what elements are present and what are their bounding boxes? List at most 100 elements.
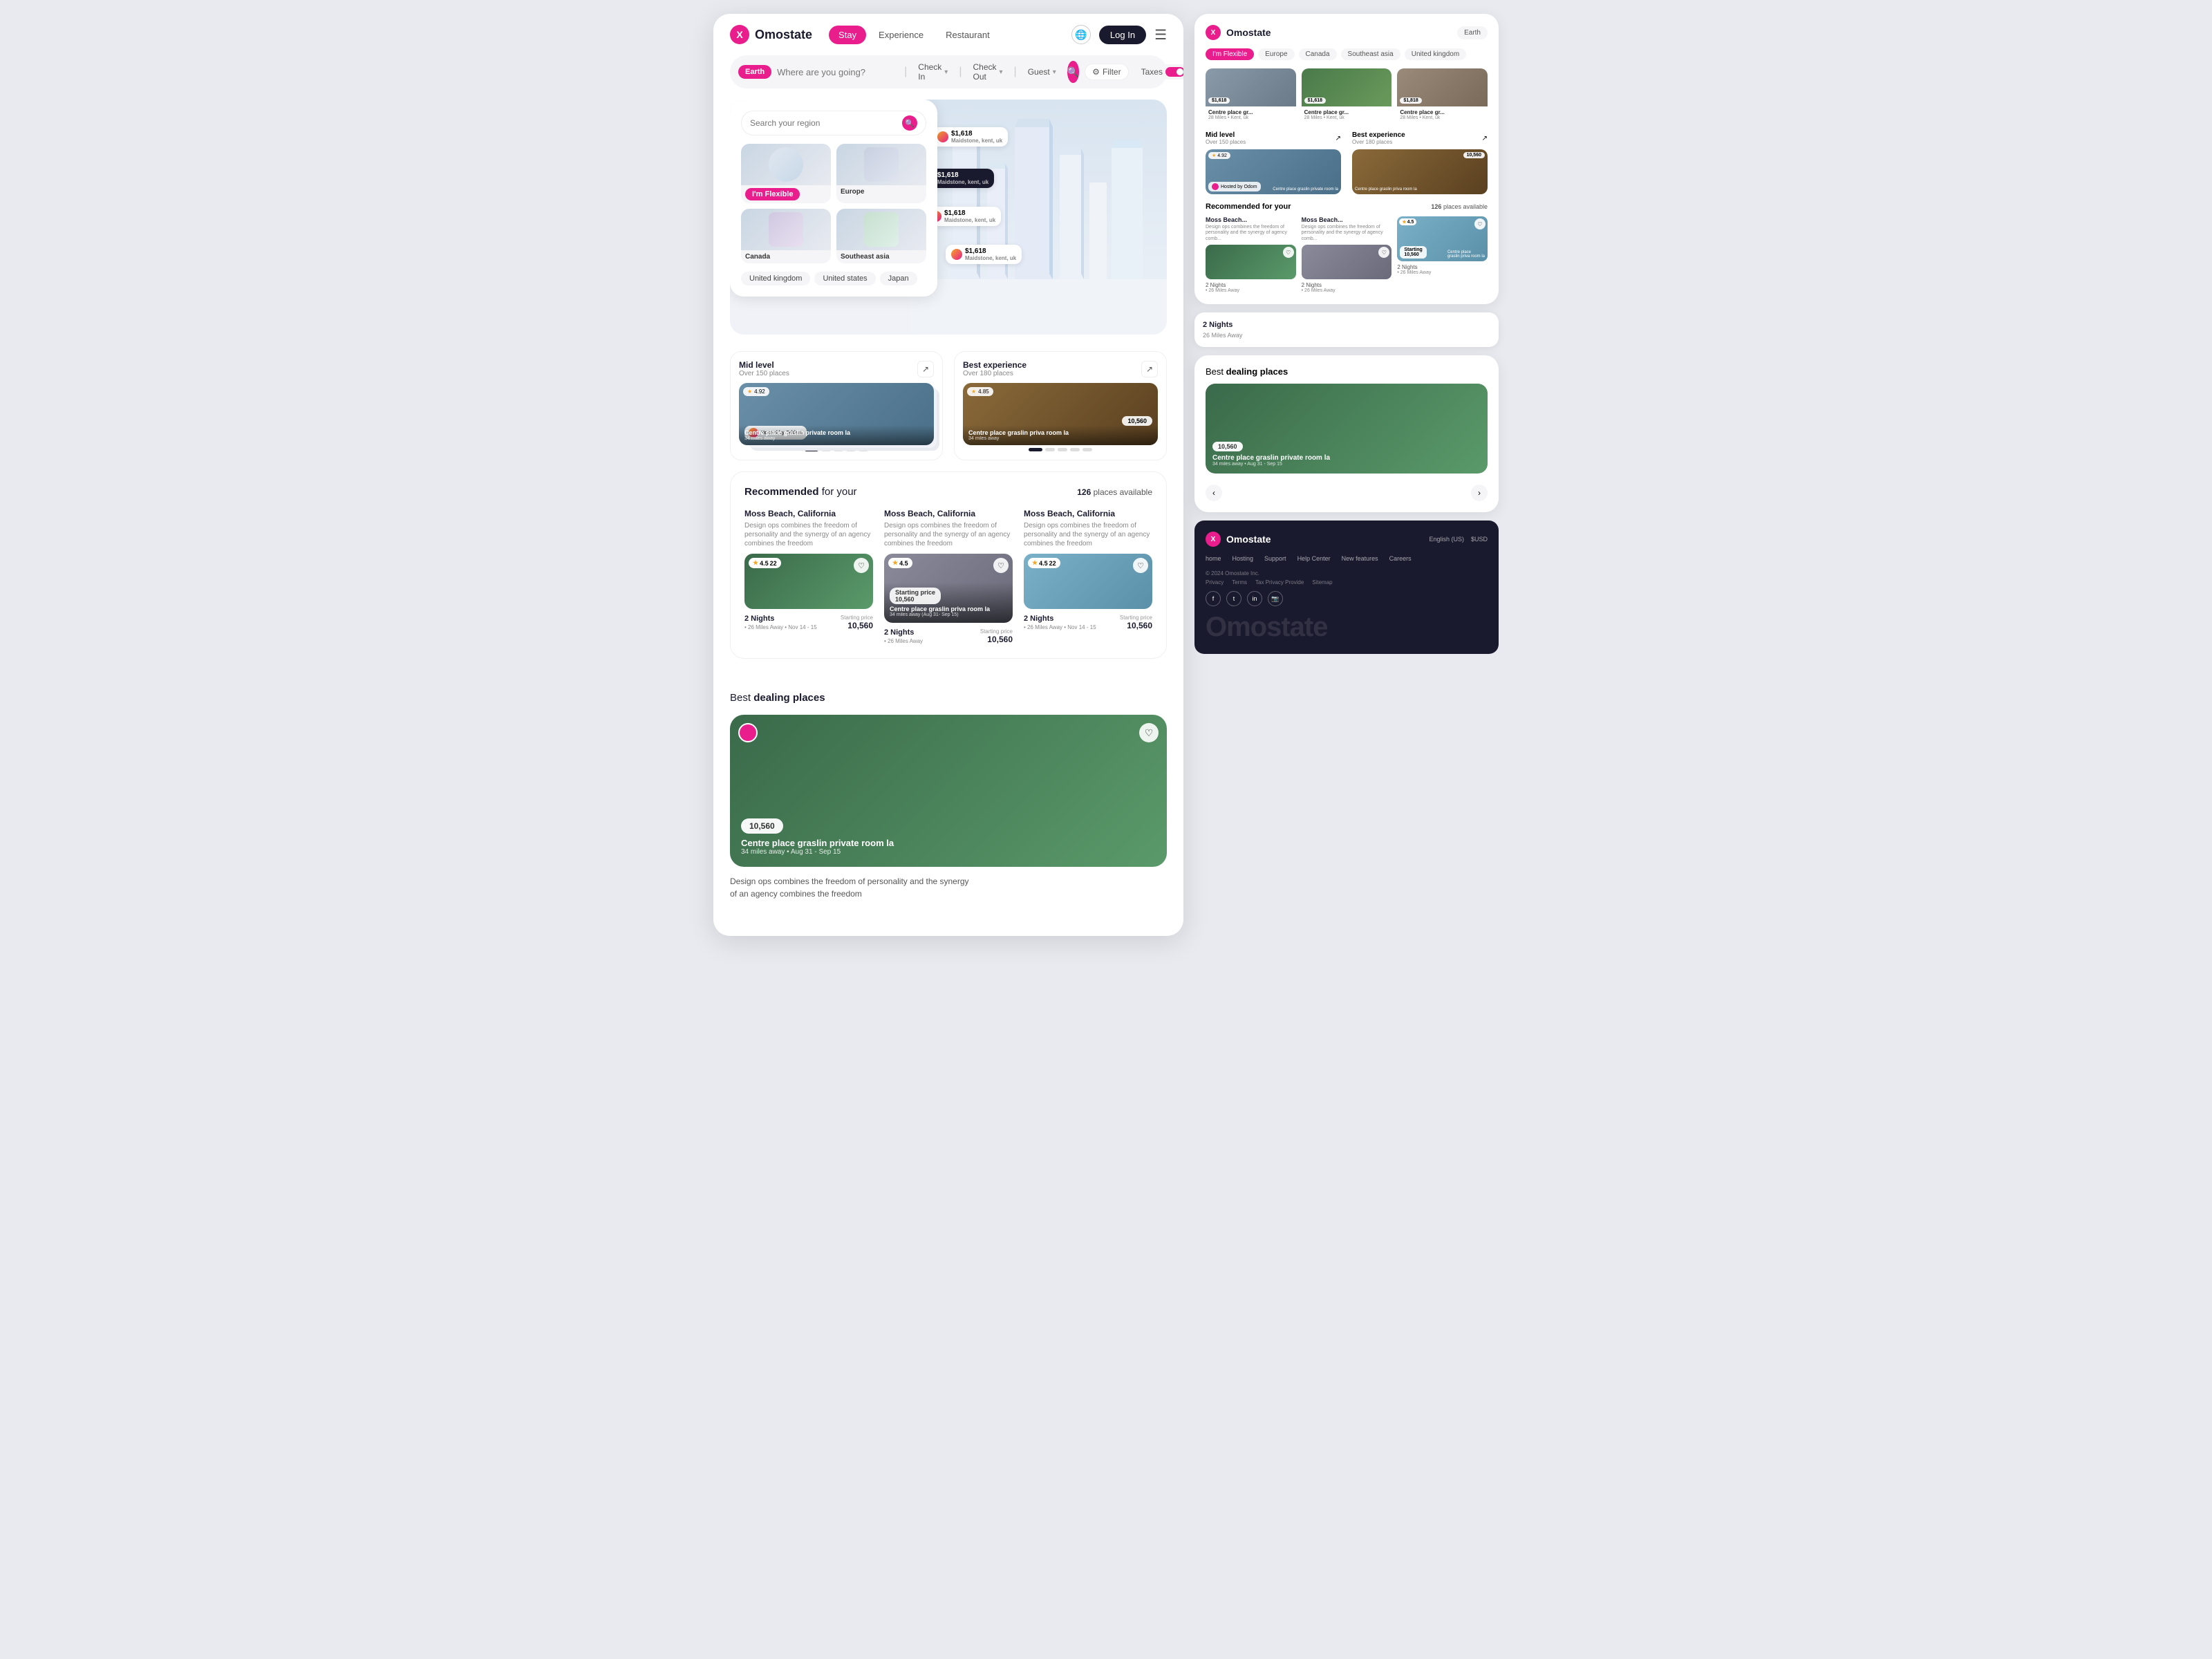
side-panel: X Omostate Earth I'm Flexible Europe Can… [1194,14,1499,654]
region-search-button[interactable]: 🔍 [902,115,917,131]
guest-field[interactable]: Guest ▾ [1022,67,1062,77]
canada-card[interactable]: Canada [741,209,831,263]
featured-card[interactable]: ♡ 10,560 Centre place graslin private ro… [730,715,1167,867]
checkout-arrow: ▾ [1000,68,1003,76]
right-rec-desc-2: Design ops combines the freedom of perso… [1302,225,1392,242]
region-pill-japan[interactable]: Japan [880,272,917,285]
right-listing-2-img: $1,618 [1302,68,1392,106]
right-mid-header: Mid level Over 150 places ↗ [1206,131,1341,145]
europe-card[interactable]: Europe [836,144,926,203]
europe-3d [864,147,899,182]
right-tab-canada[interactable]: Canada [1299,48,1337,60]
linkedin-icon[interactable]: in [1247,591,1262,606]
rec-meta-3: • 26 Miles Away • Nov 14 - 15 [1024,624,1096,630]
right-rec-card-3[interactable]: ★4.5 ♡ Starting10,560 Centre placegrasli… [1397,216,1488,293]
rec-card-1-desc: Design ops combines the freedom of perso… [744,521,873,548]
menu-icon[interactable]: ☰ [1154,26,1167,44]
right-tab-europe[interactable]: Europe [1258,48,1294,60]
footer-link-careers[interactable]: Careers [1389,555,1412,562]
rec-card-1-location: Moss Beach, California [744,509,873,518]
taxes-toggle[interactable]: Taxes [1134,64,1183,79]
rec-card-2-desc: Design ops combines the freedom of perso… [884,521,1013,548]
southeast-asia-card[interactable]: Southeast asia [836,209,926,263]
instagram-icon[interactable]: 📷 [1268,591,1283,606]
right-listing-2[interactable]: $1,618 Centre place gr... 28 Miles • Ken… [1302,68,1392,123]
taxes-switch[interactable] [1165,67,1183,77]
featured-heart[interactable]: ♡ [1139,723,1159,742]
mid-level-expand[interactable]: ↗ [917,361,934,377]
rec-card-1-footer: 2 Nights • 26 Miles Away • Nov 14 - 15 S… [744,615,873,630]
login-button[interactable]: Log In [1099,26,1146,44]
best-exp-expand[interactable]: ↗ [1141,361,1158,377]
best-right-featured[interactable]: 10,560 Centre place graslin private room… [1206,384,1488,474]
region-pill-us[interactable]: United states [814,272,875,285]
right-rec-heart-1[interactable]: ♡ [1283,247,1294,258]
right-tab-uk[interactable]: United kingdom [1405,48,1466,60]
best-exp-card[interactable]: ★ 4.85 10,560 Centre place graslin priva… [963,383,1158,445]
price-value-4: $1,618 [965,247,1016,255]
footer-sitemap[interactable]: Sitemap [1312,579,1332,585]
rec-card-3[interactable]: Moss Beach, California Design ops combin… [1024,509,1152,644]
right-best-expand[interactable]: ↗ [1482,135,1488,142]
price-bubble-4: $1,618 Maidstone, kent, uk [946,245,1022,264]
footer-terms[interactable]: Terms [1232,579,1247,585]
rec-card-1-heart[interactable]: ♡ [854,558,869,573]
checkin-arrow: ▾ [944,68,948,76]
right-rec-card-2[interactable]: Moss Beach... Design ops combines the fr… [1302,216,1392,293]
tab-experience[interactable]: Experience [869,26,933,44]
region-pill-uk[interactable]: United kingdom [741,272,810,285]
recommended-title: Recommended for your [744,486,857,498]
flexible-card[interactable]: I'm Flexible [741,144,831,203]
twitter-icon[interactable]: t [1226,591,1241,606]
right-mid-card[interactable]: ★ 4.92 Hosted by Odom Centre place grasl… [1206,149,1341,194]
right-logo-text: Omostate [1226,27,1452,38]
mid-level-card-main[interactable]: ★ 4.92 Hosted by Oddam Centre place gras… [739,383,934,445]
mid-card-sub: 34 miles away [744,436,928,441]
search-input[interactable] [777,67,899,77]
tab-stay[interactable]: Stay [829,26,866,44]
best-dealing-title: Best dealing places [730,692,1167,704]
checkin-field[interactable]: Check In ▾ [912,62,953,82]
rec-card-1[interactable]: Moss Beach, California Design ops combin… [744,509,873,644]
rec-card-2-heart[interactable]: ♡ [993,558,1009,573]
footer-link-support[interactable]: Support [1264,555,1286,562]
footer-privacy[interactable]: Privacy [1206,579,1224,585]
globe-icon[interactable]: 🌐 [1071,25,1091,44]
flexible-badge[interactable]: I'm Flexible [745,188,800,200]
footer-link-help[interactable]: Help Center [1297,555,1331,562]
rec-nights-1: 2 Nights [744,615,817,623]
right-best-header: Best experience Over 180 places ↗ [1352,131,1488,145]
footer-tax[interactable]: Tax Privacy Provide [1255,579,1304,585]
footer-link-home[interactable]: home [1206,555,1221,562]
right-earth-btn[interactable]: Earth [1457,26,1488,39]
right-rec-heart-3[interactable]: ♡ [1474,218,1485,229]
right-rec-card-1[interactable]: Moss Beach... Design ops combines the fr… [1206,216,1296,293]
prev-btn[interactable]: ‹ [1206,485,1222,501]
right-listing-1-price: $1,618 [1208,97,1230,104]
region-search-input[interactable] [750,118,897,128]
right-tab-sea[interactable]: Southeast asia [1341,48,1400,60]
right-listing-1[interactable]: $1,618 Centre place gr... 28 Miles • Ken… [1206,68,1296,123]
search-button[interactable]: 🔍 [1067,61,1079,83]
footer-link-hosting[interactable]: Hosting [1232,555,1254,562]
facebook-icon[interactable]: f [1206,591,1221,606]
footer-lang: English (US) $USD [1429,536,1488,543]
right-tab-flexible[interactable]: I'm Flexible [1206,48,1254,60]
next-btn[interactable]: › [1471,485,1488,501]
right-mid-expand[interactable]: ↗ [1335,135,1341,142]
right-best-dealing-card: Best dealing places 10,560 Centre place … [1194,355,1499,512]
best-dot-3 [1058,448,1067,451]
best-right-sub: 34 miles away • Aug 31 - Sep 15 [1212,462,1330,467]
rec-nights-2: 2 Nights [884,628,923,637]
rec-card-3-desc: Design ops combines the freedom of perso… [1024,521,1152,548]
rec-card-3-heart[interactable]: ♡ [1133,558,1148,573]
checkout-field[interactable]: Check Out ▾ [967,62,1008,82]
filter-button[interactable]: ⚙ Filter [1085,64,1128,80]
right-listing-3[interactable]: $1,818 Centre place gr... 28 Miles • Ken… [1397,68,1488,123]
tab-restaurant[interactable]: Restaurant [936,26,1000,44]
nights-card: 2 Nights 26 Miles Away [1194,312,1499,347]
right-rec-desc-1: Design ops combines the freedom of perso… [1206,225,1296,242]
footer-link-features[interactable]: New features [1342,555,1378,562]
right-best-card[interactable]: 10,560 Centre place graslin priva room l… [1352,149,1488,194]
rec-card-2[interactable]: Moss Beach, California Design ops combin… [884,509,1013,644]
